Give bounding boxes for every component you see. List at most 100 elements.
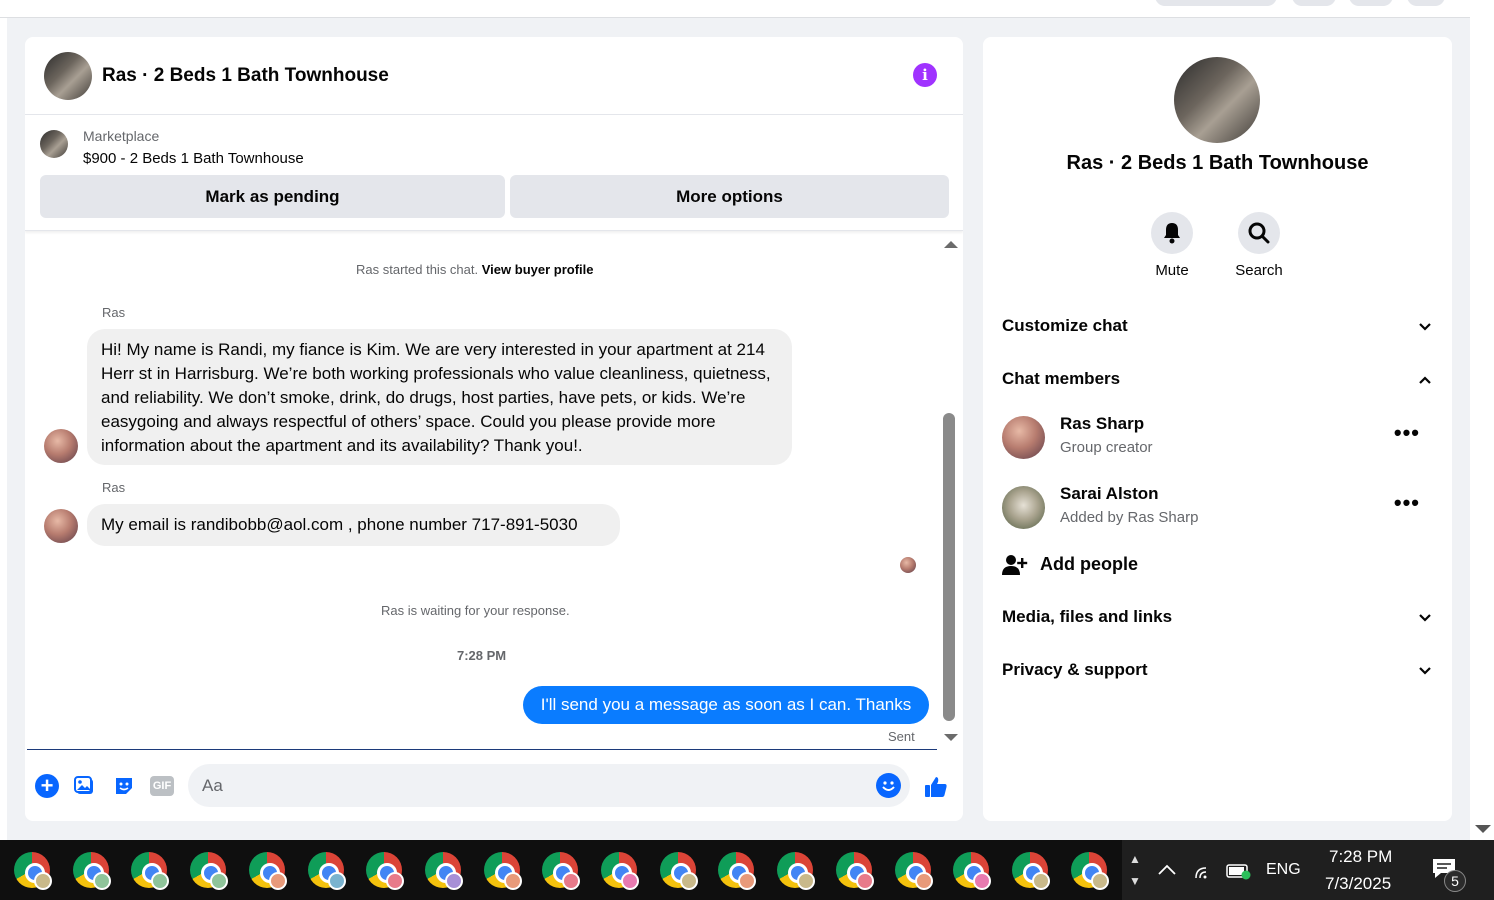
chrome-profile-badge-icon [797, 872, 816, 890]
chat-panel: Ras · 2 Beds 1 Bath Townhouse i Marketpl… [25, 37, 963, 821]
more-options-button[interactable]: More options [510, 175, 949, 218]
privacy-support-label: Privacy & support [1002, 660, 1148, 679]
incoming-message-bubble[interactable]: Hi! My name is Randi, my fiance is Kim. … [87, 329, 792, 465]
chevron-up-icon[interactable]: ▲ [1127, 848, 1143, 870]
taskbar-chrome-app[interactable] [14, 852, 52, 890]
privacy-support-section[interactable]: Privacy & support [1002, 656, 1432, 686]
taskbar-chrome-app[interactable] [483, 852, 522, 890]
clock-date[interactable]: 7/3/2025 [1325, 874, 1391, 894]
chat-members-section[interactable]: Chat members [1002, 365, 1432, 395]
chrome-profile-badge-icon [210, 872, 229, 890]
member-name[interactable]: Sarai Alston [1060, 484, 1159, 504]
thumbs-up-icon[interactable] [923, 774, 949, 800]
top-nav-search-pill[interactable] [1155, 0, 1277, 6]
chrome-profile-badge-icon [1090, 872, 1109, 890]
listing-source: Marketplace [83, 128, 160, 144]
outgoing-message-bubble[interactable]: I'll send you a message as soon as I can… [523, 686, 929, 724]
window-scroll-gutter[interactable] [1470, 0, 1494, 840]
media-files-links-label: Media, files and links [1002, 607, 1173, 626]
chat-avatar[interactable] [44, 52, 92, 100]
top-nav-profile-avatar[interactable] [1407, 0, 1445, 6]
member-avatar[interactable] [1002, 486, 1045, 529]
chevron-down-icon [1419, 614, 1431, 622]
message-input[interactable] [202, 764, 862, 807]
member-more-options-icon[interactable]: ••• [1394, 420, 1420, 446]
chat-details-panel: Ras · 2 Beds 1 Bath Townhouse Mute Searc… [983, 37, 1452, 821]
search-icon[interactable] [1238, 212, 1280, 254]
top-nav-menu-button[interactable] [1292, 0, 1336, 6]
taskbar-chrome-app[interactable] [1070, 852, 1109, 890]
taskbar-chrome-app[interactable] [307, 852, 346, 890]
chevron-down-icon[interactable]: ▼ [1127, 870, 1143, 892]
search-label: Search [1235, 262, 1283, 279]
incoming-message-bubble[interactable]: My email is randibobb@aol.com , phone nu… [87, 504, 620, 546]
taskbar-chrome-app[interactable] [953, 852, 992, 890]
taskbar-chrome-app[interactable] [894, 852, 933, 890]
sender-avatar[interactable] [44, 509, 78, 543]
chrome-profile-badge-icon [621, 872, 639, 890]
customize-chat-section[interactable]: Customize chat [1002, 312, 1432, 342]
wifi-icon[interactable] [1194, 862, 1214, 880]
waiting-notice: Ras is waiting for your response. [381, 603, 570, 618]
gif-icon[interactable]: GIF [150, 774, 174, 798]
member-name[interactable]: Ras Sharp [1060, 414, 1144, 434]
taskbar-chrome-app[interactable] [659, 852, 698, 890]
member-avatar[interactable] [1002, 416, 1045, 459]
plus-icon[interactable]: + [35, 774, 59, 798]
member-more-options-icon[interactable]: ••• [1394, 490, 1420, 516]
taskbar-scroll-buttons[interactable]: ▲ ▼ [1127, 848, 1143, 892]
taskbar-chrome-app[interactable] [190, 852, 229, 890]
chat-member-row[interactable]: Sarai Alston Added by Ras Sharp ••• [1002, 484, 1432, 534]
taskbar-chrome-app[interactable] [835, 852, 874, 890]
bell-icon[interactable] [1151, 212, 1193, 254]
info-icon[interactable]: i [913, 63, 937, 87]
scroll-down-arrow[interactable] [944, 734, 958, 741]
marketplace-listing-card: Marketplace $900 - 2 Beds 1 Bath Townhou… [25, 115, 963, 231]
notification-count-badge: 5 [1444, 870, 1466, 892]
search-action[interactable]: Search [1214, 212, 1304, 279]
emoji-icon[interactable] [876, 773, 901, 798]
mute-action[interactable]: Mute [1127, 212, 1217, 279]
view-buyer-profile-link[interactable]: View buyer profile [482, 262, 594, 277]
taskbar-chrome-app[interactable] [248, 852, 287, 890]
taskbar-chrome-app[interactable] [777, 852, 816, 890]
listing-price-title[interactable]: $900 - 2 Beds 1 Bath Townhouse [83, 150, 304, 167]
chrome-profile-badge-icon [855, 872, 874, 890]
chevron-down-icon [1419, 323, 1431, 331]
mark-as-pending-button[interactable]: Mark as pending [40, 175, 505, 218]
top-nav-messenger-button[interactable] [1349, 0, 1393, 6]
chrome-profile-badge-icon [268, 872, 287, 890]
details-avatar[interactable] [1174, 57, 1260, 143]
page-scroll-down-arrow[interactable] [1475, 825, 1491, 833]
chat-member-row[interactable]: Ras Sharp Group creator ••• [1002, 414, 1432, 464]
taskbar-chrome-app[interactable] [131, 852, 170, 890]
taskbar-chrome-app[interactable] [72, 852, 111, 890]
chrome-profile-badge-icon [679, 872, 698, 890]
composer-divider [27, 749, 937, 750]
sticker-icon[interactable] [112, 774, 136, 798]
member-role: Group creator [1060, 439, 1153, 456]
listing-thumbnail[interactable] [40, 130, 68, 158]
taskbar-chrome-app[interactable] [424, 852, 463, 890]
message-sender-name: Ras [102, 480, 126, 495]
taskbar-chrome-app[interactable] [542, 852, 581, 890]
language-indicator[interactable]: ENG [1266, 861, 1301, 879]
battery-icon[interactable] [1226, 862, 1252, 880]
taskbar-chrome-app[interactable] [601, 852, 639, 890]
system-tray: ENG 7:28 PM 7/3/2025 5 [1150, 840, 1494, 900]
mute-label: Mute [1155, 262, 1189, 279]
taskbar-chrome-app[interactable] [718, 852, 757, 890]
scroll-up-arrow[interactable] [944, 241, 958, 248]
taskbar-chrome-app[interactable] [1011, 852, 1050, 890]
clock-time[interactable]: 7:28 PM [1329, 847, 1392, 867]
media-files-links-section[interactable]: Media, files and links [1002, 603, 1432, 633]
add-people-button[interactable]: Add people [1002, 550, 1302, 580]
taskbar-chrome-app[interactable] [366, 852, 405, 890]
sender-avatar[interactable] [44, 429, 78, 463]
photo-icon[interactable] [73, 774, 97, 798]
chat-title[interactable]: Ras · 2 Beds 1 Bath Townhouse [102, 65, 389, 87]
hidden-icons-chevron-icon[interactable] [1158, 864, 1176, 876]
message-scrollbar-thumb[interactable] [943, 413, 955, 721]
chevron-up-icon [1419, 376, 1431, 384]
details-title: Ras · 2 Beds 1 Bath Townhouse [1066, 152, 1369, 174]
